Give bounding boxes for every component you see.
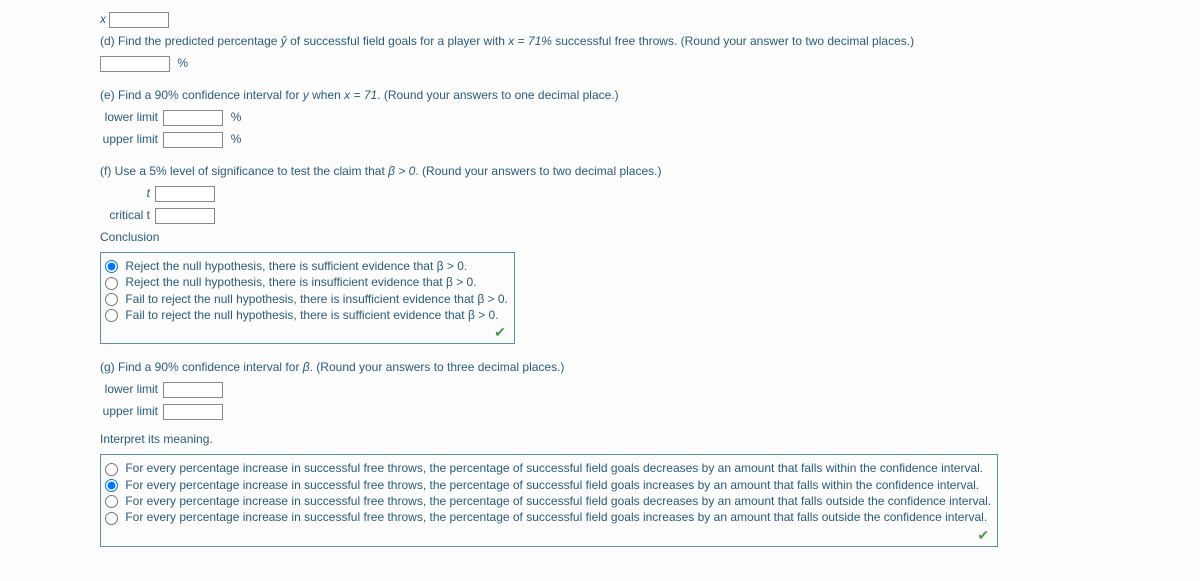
- f-choice-3-label: Fail to reject the null hypothesis, ther…: [125, 308, 498, 322]
- e-prompt-prefix: (e) Find a 90% confidence interval for: [100, 88, 303, 102]
- f-prompt-prefix: (f) Use a 5% level of significance to te…: [100, 164, 388, 178]
- g-choice-3-label: For every percentage increase in success…: [125, 510, 987, 524]
- g-prompt-tail: . (Round your answers to three decimal p…: [310, 360, 565, 374]
- d-prompt-tail: successful free throws. (Round your answ…: [552, 34, 914, 48]
- section-g: (g) Find a 90% confidence interval for β…: [100, 358, 1100, 546]
- g-choice-2-label: For every percentage increase in success…: [125, 494, 991, 508]
- e-upper-unit: %: [231, 132, 242, 146]
- g-upper-label: upper limit: [100, 402, 158, 420]
- f-conclusion-label: Conclusion: [100, 230, 159, 244]
- f-prompt-tail: . (Round your answers to two decimal pla…: [415, 164, 661, 178]
- x-label: x: [100, 12, 106, 26]
- g-choice-0-radio[interactable]: [105, 463, 118, 476]
- g-upper-input[interactable]: [163, 404, 223, 420]
- e-x-expr: x = 71: [344, 88, 377, 102]
- g-choice-3-radio[interactable]: [105, 512, 118, 525]
- g-prompt-prefix: (g) Find a 90% confidence interval for: [100, 360, 303, 374]
- section-e: (e) Find a 90% confidence interval for y…: [100, 86, 1100, 148]
- g-check-icon: ✔: [105, 527, 991, 544]
- d-prompt-mid: of successful field goals for a player w…: [287, 34, 508, 48]
- f-choice-3-radio[interactable]: [105, 309, 118, 322]
- f-check-icon: ✔: [105, 324, 508, 341]
- g-interpret-label: Interpret its meaning.: [100, 432, 213, 446]
- g-lower-input[interactable]: [163, 382, 223, 398]
- f-choice-box: Reject the null hypothesis, there is suf…: [100, 252, 515, 344]
- section-f: (f) Use a 5% level of significance to te…: [100, 162, 1100, 344]
- e-upper-label: upper limit: [100, 130, 158, 148]
- g-choice-box: For every percentage increase in success…: [100, 454, 998, 546]
- g-choice-2-radio[interactable]: [105, 495, 118, 508]
- d-unit: %: [177, 56, 188, 70]
- g-choice-1-radio[interactable]: [105, 479, 118, 492]
- e-prompt-mid: when: [309, 88, 344, 102]
- section-d: (d) Find the predicted percentage ŷ of s…: [100, 32, 1100, 72]
- g-lower-label: lower limit: [100, 380, 158, 398]
- e-lower-label: lower limit: [100, 108, 158, 126]
- f-crit-input[interactable]: [155, 208, 215, 224]
- f-beta-expr: β > 0: [388, 164, 415, 178]
- d-answer-input[interactable]: [100, 56, 170, 72]
- f-choice-1-label: Reject the null hypothesis, there is ins…: [125, 275, 476, 289]
- e-lower-unit: %: [231, 110, 242, 124]
- d-x-expr: x = 71%: [508, 34, 552, 48]
- g-choice-1-label: For every percentage increase in success…: [125, 478, 979, 492]
- f-choice-0-label: Reject the null hypothesis, there is suf…: [125, 259, 467, 273]
- e-prompt-tail: . (Round your answers to one decimal pla…: [377, 88, 618, 102]
- d-prompt-prefix: (d) Find the predicted percentage: [100, 34, 281, 48]
- e-upper-input[interactable]: [163, 132, 223, 148]
- e-lower-input[interactable]: [163, 110, 223, 126]
- f-choice-1-radio[interactable]: [105, 277, 118, 290]
- f-choice-2-label: Fail to reject the null hypothesis, ther…: [125, 292, 508, 306]
- g-choice-0-label: For every percentage increase in success…: [125, 461, 983, 475]
- f-t-label: t: [100, 184, 150, 202]
- g-beta: β: [303, 360, 310, 374]
- f-choice-2-radio[interactable]: [105, 293, 118, 306]
- f-t-input[interactable]: [155, 186, 215, 202]
- x-input[interactable]: [109, 12, 169, 28]
- f-choice-0-radio[interactable]: [105, 260, 118, 273]
- f-crit-label: critical t: [100, 206, 150, 224]
